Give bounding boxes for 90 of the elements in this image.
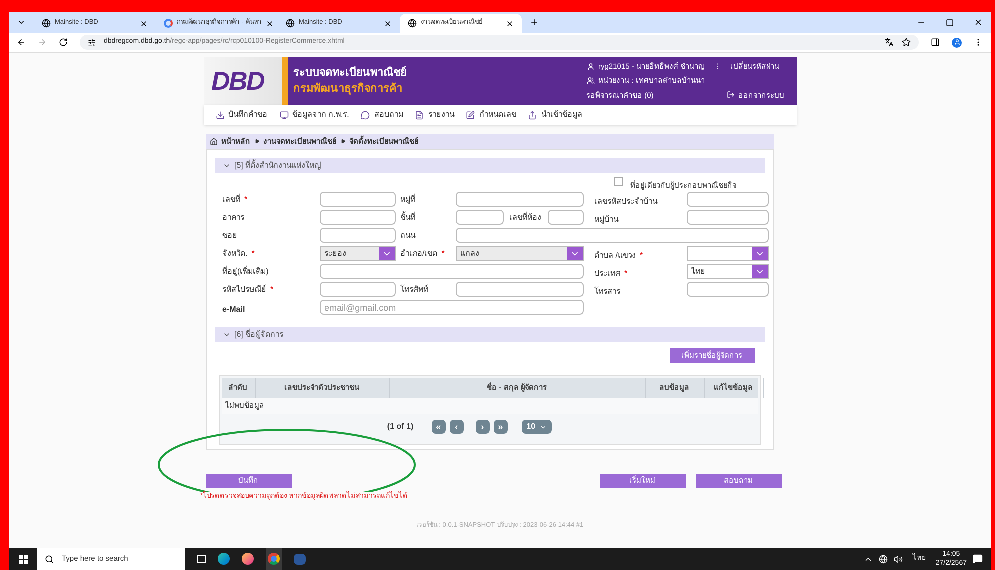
volume-icon[interactable] (894, 554, 903, 564)
logout-icon (726, 91, 734, 100)
back-icon[interactable] (17, 38, 26, 47)
google-icon (164, 19, 173, 28)
close-icon[interactable] (140, 20, 148, 28)
menu-item[interactable]: รายงาน (428, 109, 454, 121)
globe-icon (42, 19, 51, 28)
menu-item[interactable]: สอบถาม (374, 109, 404, 121)
menu-item[interactable]: บันทึกคำขอ (228, 109, 268, 121)
notification-icon[interactable] (973, 554, 983, 564)
field-label: โทรสาร (594, 286, 620, 296)
chevron-icon (340, 139, 346, 144)
select-field[interactable]: ไทย (686, 264, 768, 279)
menu-item-icon[interactable] (528, 110, 538, 120)
menu-item-icon[interactable] (216, 110, 224, 120)
input-field[interactable] (686, 282, 768, 297)
field-label: ตำบล /แขวง * (594, 250, 644, 260)
field-label: รหัสไปรษณีย์ * (222, 284, 275, 294)
menu-item[interactable]: ข้อมูลจาก ก.พ.ร. (292, 109, 350, 121)
department-name: กรมพัฒนาธุรกิจการค้า (294, 82, 404, 98)
input-field[interactable] (456, 228, 768, 243)
profile-icon[interactable] (952, 38, 962, 48)
chevron-icon (254, 139, 260, 144)
page-info: (1 of 1) (387, 421, 414, 433)
menu-item[interactable]: นำเข้าข้อมูล (541, 109, 582, 121)
input-field[interactable] (320, 192, 396, 207)
field-label: จังหวัด. * (222, 248, 256, 258)
home-icon (210, 138, 218, 146)
restore-icon[interactable] (946, 18, 954, 26)
side-panel-icon[interactable] (931, 38, 940, 47)
tab-list-icon[interactable] (17, 18, 26, 27)
input-field[interactable]: email@gmail.com (320, 300, 584, 315)
close-icon[interactable] (506, 20, 514, 28)
menu-item-icon[interactable] (361, 110, 370, 120)
globe-icon (286, 19, 295, 28)
input-field[interactable] (320, 282, 396, 297)
site-logo: DBD (212, 68, 264, 94)
field-label: ประเทศ * (594, 268, 628, 278)
field-label: หมู่บ้าน (594, 214, 618, 224)
close-icon[interactable] (266, 20, 274, 28)
section-header[interactable]: [5] ที่ตั้งสำนักงานแห่งใหญ่ (214, 158, 764, 173)
input-field[interactable] (686, 210, 768, 225)
field-label: ที่อยู่(เพิ่มเติม) (222, 266, 270, 276)
field-label: เลขที่ห้อง (510, 212, 542, 222)
pager-button[interactable]: » (494, 420, 508, 434)
field-label: เลขรหัสประจำบ้าน (594, 196, 658, 206)
input-field[interactable] (686, 192, 768, 207)
system-title: ระบบจดทะเบียนพาณิชย์ (294, 65, 406, 80)
field-label: โทรศัพท์ (400, 284, 430, 294)
caret-icon (540, 424, 547, 430)
reload-icon[interactable] (59, 38, 68, 47)
input-field[interactable] (456, 282, 584, 297)
pager-button[interactable]: « (432, 420, 446, 434)
close-icon[interactable] (974, 18, 983, 27)
field-label: e-Mail (222, 304, 246, 314)
field-label: อาคาร (222, 212, 246, 222)
bookmark-icon[interactable] (902, 38, 911, 47)
page-size-select[interactable]: 10 (522, 420, 552, 434)
network-icon[interactable] (878, 554, 888, 564)
pager-button[interactable]: › (476, 420, 490, 434)
field-label: ถนน (400, 230, 417, 240)
task-view-icon[interactable] (197, 555, 206, 563)
input-field[interactable] (320, 264, 584, 279)
menu-item-icon[interactable] (415, 110, 424, 120)
organization-icon (586, 77, 594, 85)
menu-item-icon[interactable] (466, 110, 476, 120)
user-icon (586, 62, 594, 71)
field-label: หมู่ที่ (400, 194, 416, 204)
menu-item-icon[interactable] (280, 110, 288, 120)
new-tab-icon[interactable] (530, 18, 539, 27)
pager-button[interactable]: ‹ (450, 420, 464, 434)
chrome-icon[interactable] (266, 548, 282, 570)
field-label: เลขที่ * (222, 194, 249, 204)
input-field[interactable] (320, 210, 396, 225)
input-field[interactable] (548, 210, 584, 225)
section-header[interactable]: [6] ชื่อผู้จัดการ (214, 327, 764, 342)
input-field[interactable] (320, 228, 396, 243)
input-field[interactable] (456, 192, 584, 207)
site-info-icon[interactable] (88, 38, 96, 46)
field-label: อำเภอ/เขต * (400, 248, 446, 258)
close-icon[interactable] (384, 20, 392, 28)
select-field[interactable] (686, 246, 768, 261)
globe-icon (408, 19, 417, 28)
field-label: ซอย (222, 230, 238, 240)
checkbox[interactable] (614, 177, 622, 186)
menu-item[interactable]: กำหนดเลข (479, 109, 516, 121)
input-field[interactable] (456, 210, 504, 225)
translate-icon[interactable] (885, 38, 894, 47)
search-icon (45, 554, 54, 564)
field-label: ชั้นที่ (400, 212, 416, 222)
